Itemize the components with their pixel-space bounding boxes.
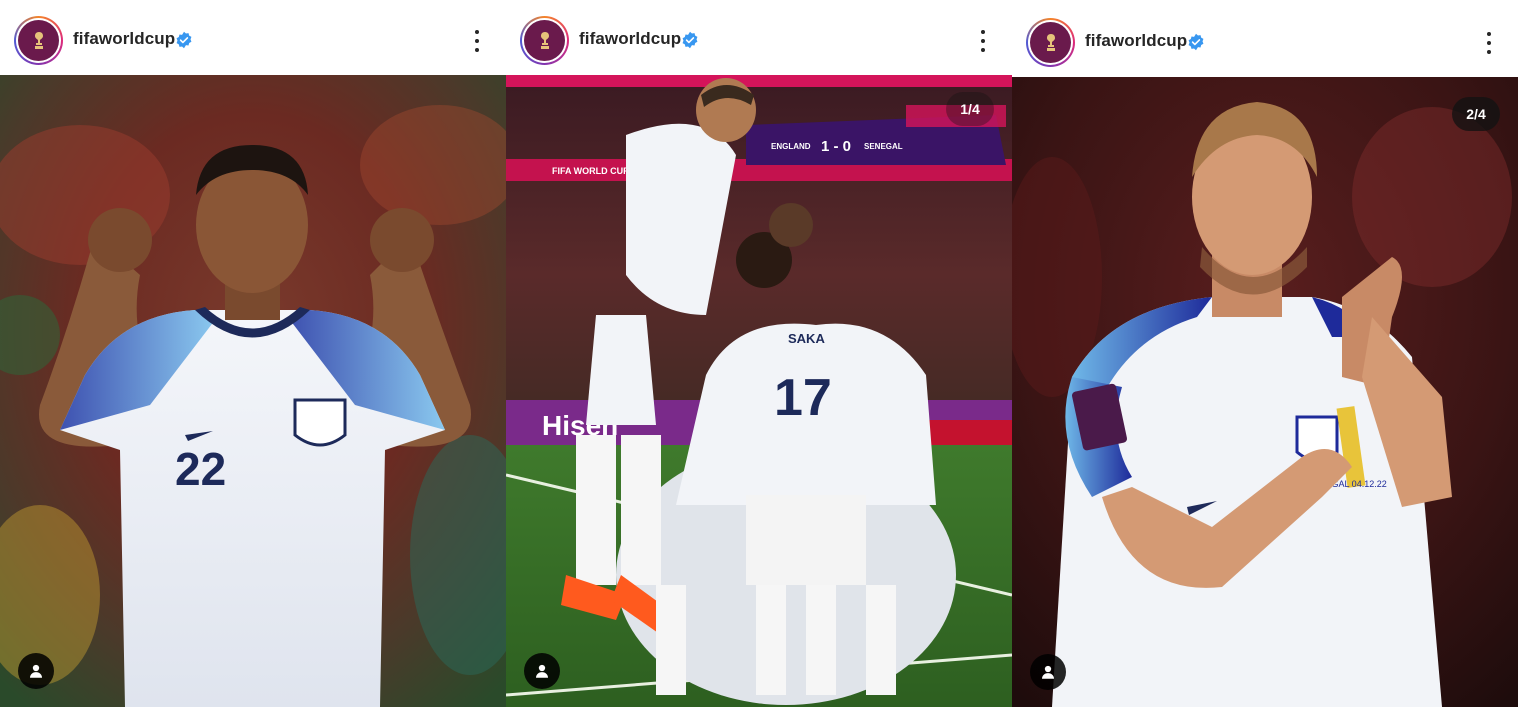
carousel-counter: 1/4 [946, 92, 994, 126]
profile-avatar[interactable] [14, 16, 63, 65]
fifa-trophy-icon [34, 31, 43, 49]
more-options-icon[interactable] [972, 28, 994, 54]
post-photo[interactable]: 22 [0, 75, 506, 707]
post-header: fifaworldcup [0, 0, 506, 75]
jersey-number: 17 [774, 369, 832, 427]
tagged-user-icon[interactable] [1030, 654, 1066, 690]
verified-badge-icon [682, 31, 698, 49]
fifa-trophy-icon [540, 31, 549, 49]
player-applause-image: SENEGAL 04.12.22 [1012, 77, 1518, 707]
fifa-trophy-icon [1046, 33, 1055, 51]
post-3: fifaworldcup SENEGAL 04.12.22 2/4 [1012, 0, 1518, 707]
more-options-icon[interactable] [1478, 30, 1500, 56]
username[interactable]: fifaworldcup [73, 29, 175, 49]
post-header: fifaworldcup [1012, 0, 1518, 77]
more-options-icon[interactable] [466, 28, 488, 54]
posts-grid: fifaworldcup 22 fifaworldcup FIFA WORLD … [0, 0, 1518, 707]
team-celebration-image: FIFA WORLD CUP Qatar2022 ENGLAND 1 - 0 S… [506, 75, 1012, 707]
verified-badge-icon [176, 31, 192, 49]
player-name: SAKA [788, 331, 825, 346]
carousel-counter: 2/4 [1452, 97, 1500, 131]
scoreboard-home: ENGLAND [771, 142, 811, 151]
post-2: fifaworldcup FIFA WORLD CUP Qatar2022 EN… [506, 0, 1012, 707]
post-1: fifaworldcup 22 [0, 0, 506, 707]
username[interactable]: fifaworldcup [579, 29, 681, 49]
post-photo[interactable]: SENEGAL 04.12.22 2/4 [1012, 77, 1518, 707]
scoreboard-away: SENEGAL [864, 142, 903, 151]
profile-avatar[interactable] [1026, 18, 1075, 67]
post-photo[interactable]: FIFA WORLD CUP Qatar2022 ENGLAND 1 - 0 S… [506, 75, 1012, 707]
jersey-number: 22 [175, 443, 226, 495]
post-header: fifaworldcup [506, 0, 1012, 75]
tagged-user-icon[interactable] [524, 653, 560, 689]
tagged-user-icon[interactable] [18, 653, 54, 689]
username[interactable]: fifaworldcup [1085, 31, 1187, 51]
verified-badge-icon [1188, 33, 1204, 51]
scoreboard-score: 1 - 0 [821, 138, 851, 155]
player-celebration-image: 22 [0, 75, 506, 707]
profile-avatar[interactable] [520, 16, 569, 65]
